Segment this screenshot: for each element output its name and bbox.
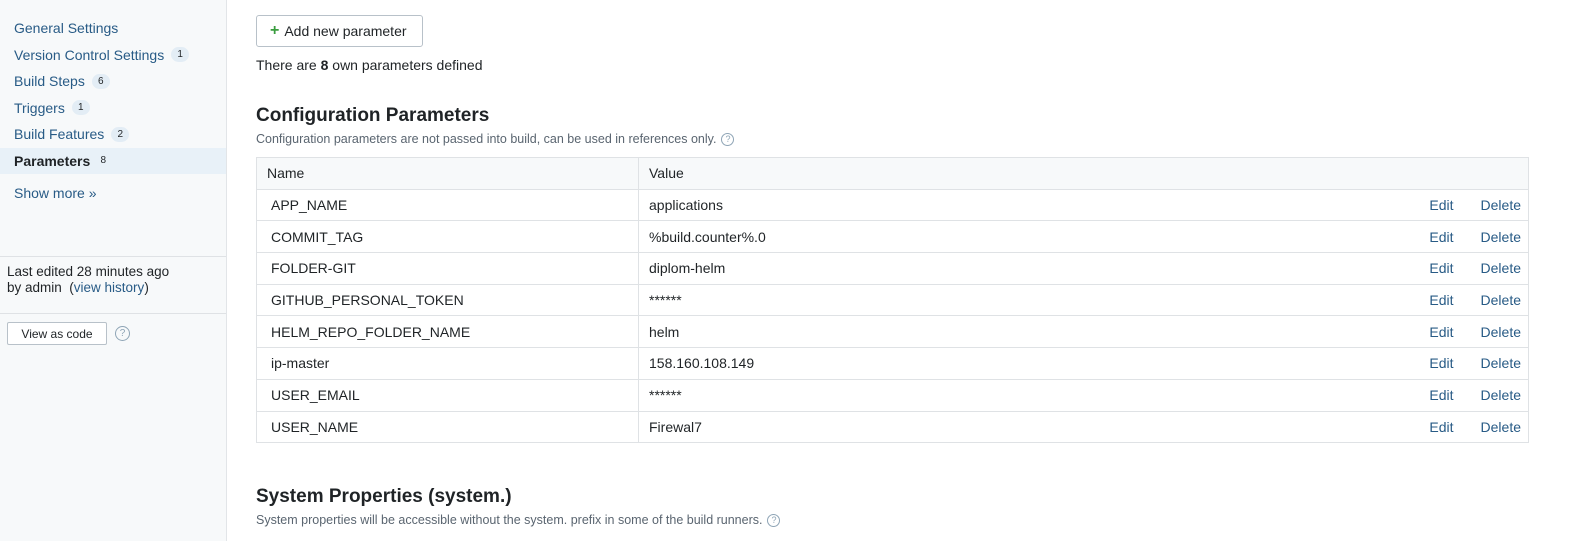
count-badge: 1 [71,100,90,116]
edit-link[interactable]: Edit [1429,324,1453,340]
param-value: diplom-helm [637,252,1086,285]
row-actions: Edit Delete [1085,410,1529,444]
sidebar: General Settings Version Control Setting… [0,0,227,541]
summary-prefix: There are [256,57,321,73]
help-icon[interactable]: ? [767,513,781,527]
sidebar-item-label: Build Features [14,126,105,143]
row-actions: Edit Delete [1085,315,1529,349]
delete-link[interactable]: Delete [1481,387,1521,403]
last-edited-by: by admin [7,280,62,295]
description-text: System properties will be accessible wit… [256,513,763,527]
help-icon[interactable]: ? [721,132,735,146]
count-badge: 1 [171,47,190,63]
edit-link[interactable]: Edit [1429,197,1453,213]
delete-link[interactable]: Delete [1481,324,1521,340]
delete-link[interactable]: Delete [1481,260,1521,276]
param-name: APP_NAME [256,188,639,222]
edit-link[interactable]: Edit [1429,419,1453,435]
sidebar-item-build-features[interactable]: Build Features 2 [0,121,226,148]
param-name: USER_EMAIL [256,378,639,412]
system-properties-description: System properties will be accessible wit… [256,513,781,527]
edit-link[interactable]: Edit [1429,387,1453,403]
divider [0,256,226,257]
description-text: Configuration parameters are not passed … [256,132,717,146]
divider [0,313,226,314]
row-actions: Edit Delete [1085,347,1529,380]
sidebar-item-version-control-settings[interactable]: Version Control Settings 1 [0,42,226,69]
param-name: COMMIT_TAG [256,220,639,254]
column-header-name: Name [256,157,639,190]
sidebar-item-label: Parameters [14,152,91,169]
delete-link[interactable]: Delete [1481,292,1521,308]
param-name: GITHUB_PERSONAL_TOKEN [256,283,639,317]
sidebar-item-triggers[interactable]: Triggers 1 [0,95,226,122]
param-value: Firewal7 [637,410,1086,444]
delete-link[interactable]: Delete [1481,355,1521,371]
param-value: applications [637,188,1086,222]
table-row: GITHUB_PERSONAL_TOKEN ****** Edit Delete [256,283,1529,317]
table-row: APP_NAME applications Edit Delete [256,188,1529,222]
table-row: ip-master 158.160.108.149 Edit Delete [256,347,1529,380]
sidebar-item-label: General Settings [14,20,119,37]
table-row: HELM_REPO_FOLDER_NAME helm Edit Delete [256,315,1529,349]
param-value: helm [637,315,1086,349]
parameters-table: Name Value APP_NAME applications Edit Del… [256,157,1529,444]
delete-link[interactable]: Delete [1481,229,1521,245]
add-button-label: Add new parameter [284,23,407,39]
view-as-code-button[interactable]: View as code [7,322,107,345]
row-actions: Edit Delete [1085,283,1529,317]
sidebar-item-parameters[interactable]: Parameters 8 [0,147,226,174]
param-value: %build.counter%.0 [637,220,1086,254]
edit-link[interactable]: Edit [1429,229,1453,245]
plus-icon: + [270,22,280,39]
table-row: USER_NAME Firewal7 Edit Delete [256,410,1529,444]
last-edited-author-line: by admin (view history) [7,280,149,295]
edit-link[interactable]: Edit [1429,355,1453,371]
param-name: ip-master [256,347,639,380]
config-params-title: Configuration Parameters [256,105,490,126]
table-row: FOLDER-GIT diplom-helm Edit Delete [256,252,1529,285]
param-name: HELM_REPO_FOLDER_NAME [256,315,639,349]
table-row: COMMIT_TAG %build.counter%.0 Edit Delete [256,220,1529,254]
view-history-link[interactable]: view history [74,280,145,295]
row-actions: Edit Delete [1085,378,1529,412]
sidebar-item-build-steps[interactable]: Build Steps 6 [0,68,226,95]
own-params-summary: There are 8 own parameters defined [256,57,482,73]
count-badge: 2 [111,126,130,142]
param-name: USER_NAME [256,410,639,444]
add-new-parameter-button[interactable]: + Add new parameter [256,15,423,47]
sidebar-nav: General Settings Version Control Setting… [0,15,226,174]
sidebar-item-label: Build Steps [14,73,85,90]
param-value: ****** [637,283,1086,317]
row-actions: Edit Delete [1085,252,1529,285]
config-params-description: Configuration parameters are not passed … [256,132,735,146]
sidebar-item-label: Triggers [14,99,65,116]
system-properties-title: System Properties (system.) [256,486,512,507]
row-actions: Edit Delete [1085,188,1529,222]
count-badge: 6 [91,73,110,89]
help-icon[interactable]: ? [115,326,130,341]
table-header-row: Name Value [256,157,1529,190]
column-header-value: Value [638,157,1529,190]
delete-link[interactable]: Delete [1481,419,1521,435]
param-value: 158.160.108.149 [637,347,1086,380]
last-edited-time: Last edited 28 minutes ago [7,264,170,279]
sidebar-item-label: Version Control Settings [14,46,165,63]
delete-link[interactable]: Delete [1481,197,1521,213]
edit-link[interactable]: Edit [1429,292,1453,308]
count-badge: 8 [100,155,107,167]
param-name: FOLDER-GIT [256,252,639,285]
show-more-link[interactable]: Show more » [14,185,96,201]
summary-suffix: own parameters defined [328,57,483,73]
table-row: USER_EMAIL ****** Edit Delete [256,378,1529,412]
edit-link[interactable]: Edit [1429,260,1453,276]
last-edited-info: Last edited 28 minutes ago by admin (vie… [7,264,169,296]
row-actions: Edit Delete [1085,220,1529,254]
param-value: ****** [637,378,1086,412]
sidebar-item-general-settings[interactable]: General Settings [0,15,226,42]
